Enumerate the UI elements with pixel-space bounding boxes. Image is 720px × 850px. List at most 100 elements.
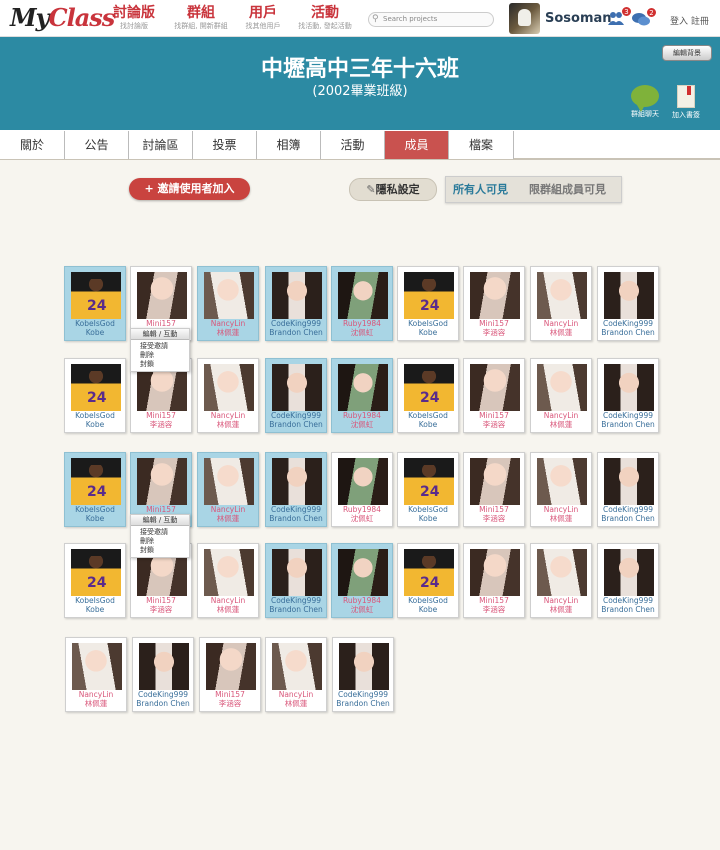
tab-files[interactable]: 檔案 — [449, 131, 514, 159]
accept-invite-item[interactable]: 接受邀請 — [131, 342, 189, 351]
member-card[interactable]: KobeIsGodKobe — [64, 358, 126, 433]
member-card[interactable]: CodeKing999 Brandon Chen — [597, 358, 659, 433]
nav-events-label: 活動 — [311, 5, 339, 21]
member-avatar — [204, 549, 254, 596]
member-card[interactable]: CodeKing999 Brandon Chen — [332, 637, 394, 712]
member-realname: 林佩蓮 — [549, 419, 573, 429]
member-realname: 林佩蓮 — [216, 604, 240, 614]
member-name: NancyLin 林佩蓮 — [66, 691, 126, 708]
member-card[interactable]: NancyLin 林佩蓮 — [530, 543, 592, 618]
tab-albums[interactable]: 相簿 — [257, 131, 321, 159]
member-realname: Kobe — [85, 419, 105, 429]
member-card[interactable]: CodeKing999 Brandon Chen — [597, 452, 659, 527]
member-name: NancyLin 林佩蓮 — [531, 597, 591, 614]
member-card[interactable]: NancyLin 林佩蓮 — [530, 358, 592, 433]
member-card[interactable]: NancyLin 林佩蓮 — [197, 358, 259, 433]
delete-item[interactable]: 刪除 — [131, 351, 189, 360]
nav-forums[interactable]: 討論版 找討論版 — [110, 5, 158, 31]
member-avatar — [71, 549, 121, 596]
member-card[interactable]: KobeIsGodKobe — [397, 452, 459, 527]
member-card[interactable]: CodeKing999 Brandon Chen — [265, 266, 327, 341]
member-realname: Brandon Chen — [601, 327, 655, 337]
member-card[interactable]: Ruby1984 沈佩虹 — [331, 452, 393, 527]
member-name: Ruby1984 沈佩虹 — [332, 412, 392, 429]
nav-groups[interactable]: 群組 找群組, 開新群組 — [170, 5, 232, 31]
register-link[interactable]: 註冊 — [691, 17, 709, 27]
tab-events[interactable]: 活動 — [321, 131, 385, 159]
member-realname: Brandon Chen — [601, 604, 655, 614]
member-card[interactable]: KobeIsGodKobe — [64, 543, 126, 618]
member-card[interactable]: KobeIsGodKobe — [397, 266, 459, 341]
member-card[interactable]: Ruby1984 沈佩虹 — [331, 543, 393, 618]
member-card[interactable]: Mini157李涵容 — [199, 637, 261, 712]
edit-interact-button[interactable]: 編輯 / 互動 — [131, 515, 189, 526]
visibility-toggle: 所有人可見 限群組成員可見 — [445, 176, 622, 203]
auth-links: 登入 註冊 — [670, 14, 709, 27]
member-avatar — [139, 643, 189, 690]
member-card[interactable]: CodeKing999 Brandon Chen — [265, 452, 327, 527]
nav-events[interactable]: 活動 找活動, 發起活動 — [294, 5, 356, 31]
tab-polls[interactable]: 投票 — [193, 131, 257, 159]
member-card[interactable]: KobeIsGodKobe — [64, 452, 126, 527]
delete-item[interactable]: 刪除 — [131, 537, 189, 546]
member-card[interactable]: KobeIsGodKobe — [397, 543, 459, 618]
member-card[interactable]: Ruby1984 沈佩虹 — [331, 266, 393, 341]
member-card[interactable]: Ruby1984 沈佩虹 — [331, 358, 393, 433]
search-input[interactable]: ⚲ Search projects — [368, 12, 494, 27]
visibility-all-option[interactable]: 所有人可見 — [453, 177, 508, 202]
member-avatar — [137, 272, 187, 319]
member-avatar — [404, 549, 454, 596]
member-card[interactable]: Mini157李涵容 — [463, 358, 525, 433]
member-card[interactable]: NancyLin 林佩蓮 — [197, 266, 259, 341]
block-item[interactable]: 封鎖 — [131, 546, 189, 555]
member-card[interactable]: KobeIsGodKobe — [397, 358, 459, 433]
tab-announcements[interactable]: 公告 — [65, 131, 129, 159]
member-card[interactable]: NancyLin 林佩蓮 — [530, 452, 592, 527]
member-card[interactable]: NancyLin 林佩蓮 — [197, 452, 259, 527]
member-avatar — [206, 643, 256, 690]
bookmark-button[interactable]: 加入書簽 — [666, 85, 706, 120]
login-link[interactable]: 登入 — [670, 17, 688, 27]
username[interactable]: Sosoman — [545, 11, 612, 26]
member-card[interactable]: Mini157李涵容 — [463, 266, 525, 341]
edit-interact-button[interactable]: 編輯 / 互動 — [131, 329, 189, 340]
member-card[interactable]: KobeIsGodKobe — [64, 266, 126, 341]
edit-background-button[interactable]: 編輯背景 — [662, 45, 712, 61]
member-card[interactable]: Mini157李涵容 — [463, 452, 525, 527]
member-card[interactable]: CodeKing999 Brandon Chen — [597, 266, 659, 341]
member-avatar — [470, 549, 520, 596]
nav-users[interactable]: 用戶 找其他用戶 — [241, 5, 285, 31]
member-realname: 林佩蓮 — [84, 698, 108, 708]
member-card[interactable]: CodeKing999 Brandon Chen — [265, 358, 327, 433]
tab-discussion[interactable]: 討論區 — [129, 131, 193, 159]
member-card[interactable]: NancyLin 林佩蓮 — [265, 637, 327, 712]
member-realname: 林佩蓮 — [549, 327, 573, 337]
invite-user-button[interactable]: + 邀請使用者加入 — [129, 178, 250, 200]
search-icon: ⚲ — [372, 14, 379, 24]
group-banner: 中壢高中三年十六班 (2002畢業班級) 編輯背景 群組聊天 加入書簽 — [0, 37, 720, 130]
tab-about[interactable]: 關於 — [0, 131, 65, 159]
member-avatar — [604, 549, 654, 596]
member-name: Mini157李涵容 — [464, 320, 524, 337]
user-avatar[interactable] — [509, 3, 540, 34]
accept-invite-item[interactable]: 接受邀請 — [131, 528, 189, 537]
member-name: CodeKing999 Brandon Chen — [266, 597, 326, 614]
block-item[interactable]: 封鎖 — [131, 360, 189, 369]
member-card[interactable]: NancyLin 林佩蓮 — [197, 543, 259, 618]
member-name: NancyLin 林佩蓮 — [198, 506, 258, 523]
group-subtitle: (2002畢業班級) — [312, 84, 408, 99]
group-chat-button[interactable]: 群組聊天 — [625, 85, 665, 119]
member-realname: Kobe — [418, 604, 438, 614]
member-card[interactable]: NancyLin 林佩蓮 — [65, 637, 127, 712]
member-avatar — [204, 458, 254, 505]
myclass-logo[interactable]: MyClass — [10, 3, 115, 32]
tab-members[interactable]: 成員 — [385, 131, 449, 159]
member-card[interactable]: CodeKing999 Brandon Chen — [597, 543, 659, 618]
member-card[interactable]: Mini157李涵容 — [463, 543, 525, 618]
member-name: NancyLin 林佩蓮 — [266, 691, 326, 708]
visibility-group-option[interactable]: 限群組成員可見 — [529, 177, 606, 202]
member-card[interactable]: NancyLin 林佩蓮 — [530, 266, 592, 341]
member-card[interactable]: CodeKing999 Brandon Chen — [132, 637, 194, 712]
member-card[interactable]: CodeKing999 Brandon Chen — [265, 543, 327, 618]
privacy-settings-button[interactable]: ✎隱私設定 — [349, 178, 437, 201]
